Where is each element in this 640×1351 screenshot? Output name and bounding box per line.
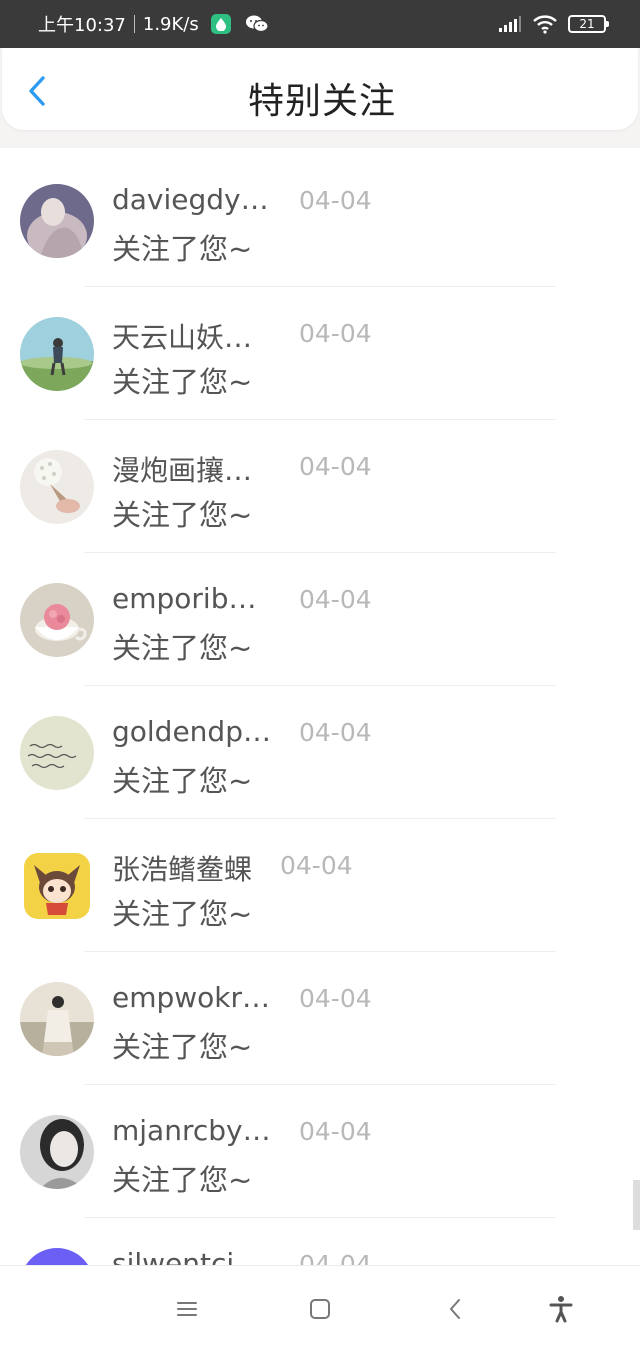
battery-icon: 21: [568, 15, 609, 33]
status-left: 上午10:37 1.9K/s: [38, 11, 269, 37]
user-name: daviegdy…: [112, 183, 269, 216]
user-name: 天云山妖…: [112, 321, 253, 354]
page-title: 特别关注: [247, 81, 396, 122]
accessibility-icon: [549, 1296, 573, 1323]
back-nav-button[interactable]: [440, 1294, 470, 1324]
app-notification-icon: [210, 14, 231, 34]
item-date: 04-04: [299, 319, 372, 348]
item-message: 关注了您~: [112, 498, 253, 532]
user-name: empwokr…: [112, 981, 271, 1014]
item-date: 04-04: [299, 718, 372, 747]
item-date: 04-04: [299, 452, 372, 481]
menu-icon: [177, 1302, 197, 1316]
item-message: 关注了您~: [112, 631, 253, 665]
item-message: 关注了您~: [112, 1030, 253, 1064]
item-message: 关注了您~: [112, 897, 253, 931]
list-item[interactable]: empwokr… 04-04 关注了您~: [0, 952, 640, 1084]
item-date: 04-04: [299, 984, 372, 1013]
list-item[interactable]: goldendp… 04-04 关注了您~: [0, 686, 640, 818]
item-message: 关注了您~: [112, 232, 253, 266]
list-item[interactable]: daviegdy… 04-04 关注了您~: [0, 154, 640, 286]
user-name: goldendp…: [112, 715, 271, 748]
avatar: [20, 1115, 94, 1189]
list-item[interactable]: emporib… 04-04 关注了您~: [0, 553, 640, 685]
user-name: mjanrcby…: [112, 1114, 271, 1147]
header-card: 特别关注: [2, 48, 638, 130]
status-time: 上午10:37: [38, 15, 126, 36]
item-message: 关注了您~: [112, 764, 253, 798]
wifi-icon: [532, 14, 558, 34]
system-nav-bar: [0, 1265, 640, 1351]
avatar: [20, 450, 94, 524]
avatar: [24, 853, 90, 919]
item-message: 关注了您~: [112, 1163, 253, 1197]
wechat-icon: [245, 14, 269, 34]
avatar: [20, 184, 94, 258]
list-item[interactable]: 张浩鳍鲞蜾 04-04 关注了您~: [0, 819, 640, 951]
avatar: [20, 982, 94, 1056]
chevron-left-icon: [450, 1299, 460, 1319]
status-right: 21: [498, 14, 609, 34]
item-message: 关注了您~: [112, 365, 253, 399]
notification-list: daviegdy… 04-04 关注了您~ 天云山妖… 04-04 关注了您~: [0, 154, 640, 1350]
avatar: [20, 317, 94, 391]
status-separator: [133, 15, 135, 33]
scrollbar-thumb[interactable]: [633, 1180, 640, 1230]
user-name: 漫炮画攘…: [112, 454, 253, 487]
user-name: emporib…: [112, 582, 257, 615]
avatar: [20, 583, 94, 657]
user-name: 张浩鳍鲞蜾: [112, 853, 253, 886]
item-date: 04-04: [299, 585, 372, 614]
home-button[interactable]: [305, 1294, 335, 1324]
avatar: [20, 716, 94, 790]
status-net-speed: 1.9K/s: [142, 13, 199, 35]
list-item[interactable]: mjanrcby… 04-04 关注了您~: [0, 1085, 640, 1217]
signal-icon: [498, 15, 522, 33]
menu-button[interactable]: [172, 1294, 202, 1324]
home-square-icon: [310, 1299, 330, 1319]
item-date: 04-04: [280, 851, 353, 880]
list-item[interactable]: 漫炮画攘… 04-04 关注了您~: [0, 420, 640, 552]
item-date: 04-04: [299, 1117, 372, 1146]
status-bar: 上午10:37 1.9K/s 21: [0, 0, 640, 48]
header: 特别关注: [0, 48, 640, 148]
accessibility-button[interactable]: [546, 1294, 576, 1324]
list-item[interactable]: 天云山妖… 04-04 关注了您~: [0, 287, 640, 419]
item-date: 04-04: [299, 186, 372, 215]
